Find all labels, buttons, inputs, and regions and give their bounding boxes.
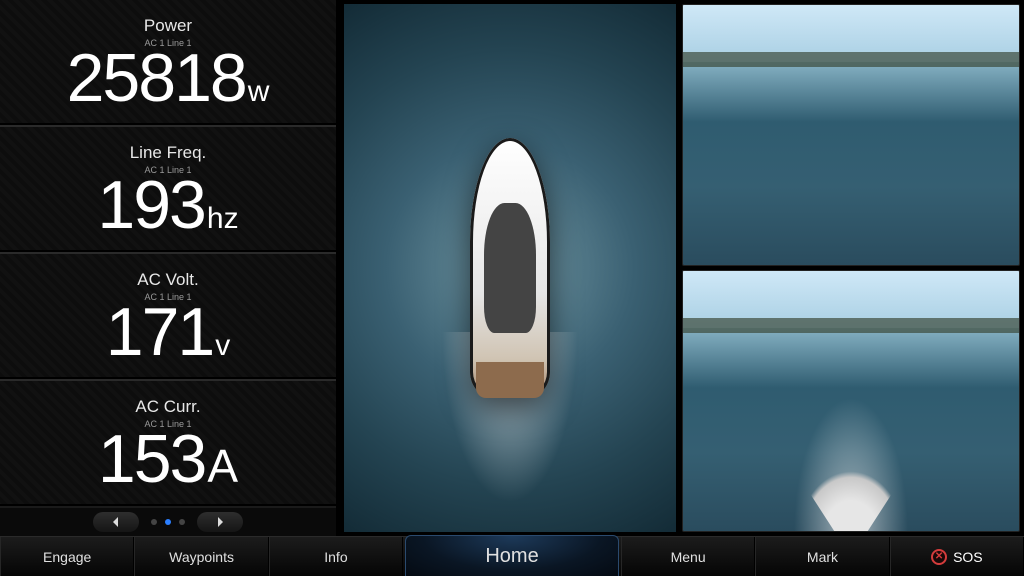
gauge-value: 153 [98, 425, 205, 493]
gauge-power[interactable]: Power AC 1 Line 1 25818 w [0, 0, 336, 125]
gauge-ac-volt[interactable]: AC Volt. AC 1 Line 1 171 v [0, 252, 336, 379]
gauge-unit: w [248, 75, 270, 109]
bottom-navbar: Engage Waypoints Info Home Menu Mark ✕ S… [0, 536, 1024, 576]
pager-dot[interactable] [151, 519, 157, 525]
bow-camera-pane[interactable] [682, 4, 1020, 266]
main-area: Power AC 1 Line 1 25818 w Line Freq. AC … [0, 0, 1024, 536]
right-camera-column [680, 0, 1024, 536]
gauge-title: AC Curr. [135, 397, 200, 417]
boat-graphic [470, 138, 550, 398]
pager-prev-button[interactable] [93, 512, 139, 532]
chevron-right-icon [215, 517, 225, 527]
gauge-line-freq[interactable]: Line Freq. AC 1 Line 1 193 hz [0, 125, 336, 252]
gauge-unit: A [207, 439, 238, 493]
stern-camera-pane[interactable] [682, 270, 1020, 532]
sos-icon: ✕ [931, 549, 947, 565]
nav-sos-button[interactable]: ✕ SOS [890, 537, 1024, 576]
gauge-value: 171 [106, 298, 213, 366]
nav-menu-button[interactable]: Menu [621, 537, 755, 576]
birdseye-camera [344, 4, 676, 532]
nav-info-button[interactable]: Info [269, 537, 403, 576]
pager-dot[interactable] [179, 519, 185, 525]
nav-engage-button[interactable]: Engage [0, 537, 134, 576]
gauge-panel: Power AC 1 Line 1 25818 w Line Freq. AC … [0, 0, 340, 536]
nav-waypoints-button[interactable]: Waypoints [134, 537, 268, 576]
pager-dot-active[interactable] [165, 519, 171, 525]
gauge-unit: v [215, 329, 230, 363]
center-camera-pane[interactable] [340, 0, 680, 536]
nav-home-button[interactable]: Home [405, 535, 619, 576]
nav-sos-label: SOS [953, 549, 983, 565]
gauge-title: Line Freq. [130, 143, 207, 163]
pager-dots [151, 519, 185, 525]
gauge-pager [0, 506, 336, 536]
pager-next-button[interactable] [197, 512, 243, 532]
chevron-left-icon [111, 517, 121, 527]
gauge-title: Power [144, 16, 192, 36]
gauge-value: 25818 [67, 44, 246, 112]
gauge-unit: hz [207, 202, 239, 236]
gauge-ac-curr[interactable]: AC Curr. AC 1 Line 1 153 A [0, 379, 336, 506]
nav-mark-button[interactable]: Mark [755, 537, 889, 576]
gauge-title: AC Volt. [137, 270, 198, 290]
gauge-value: 193 [97, 171, 204, 239]
